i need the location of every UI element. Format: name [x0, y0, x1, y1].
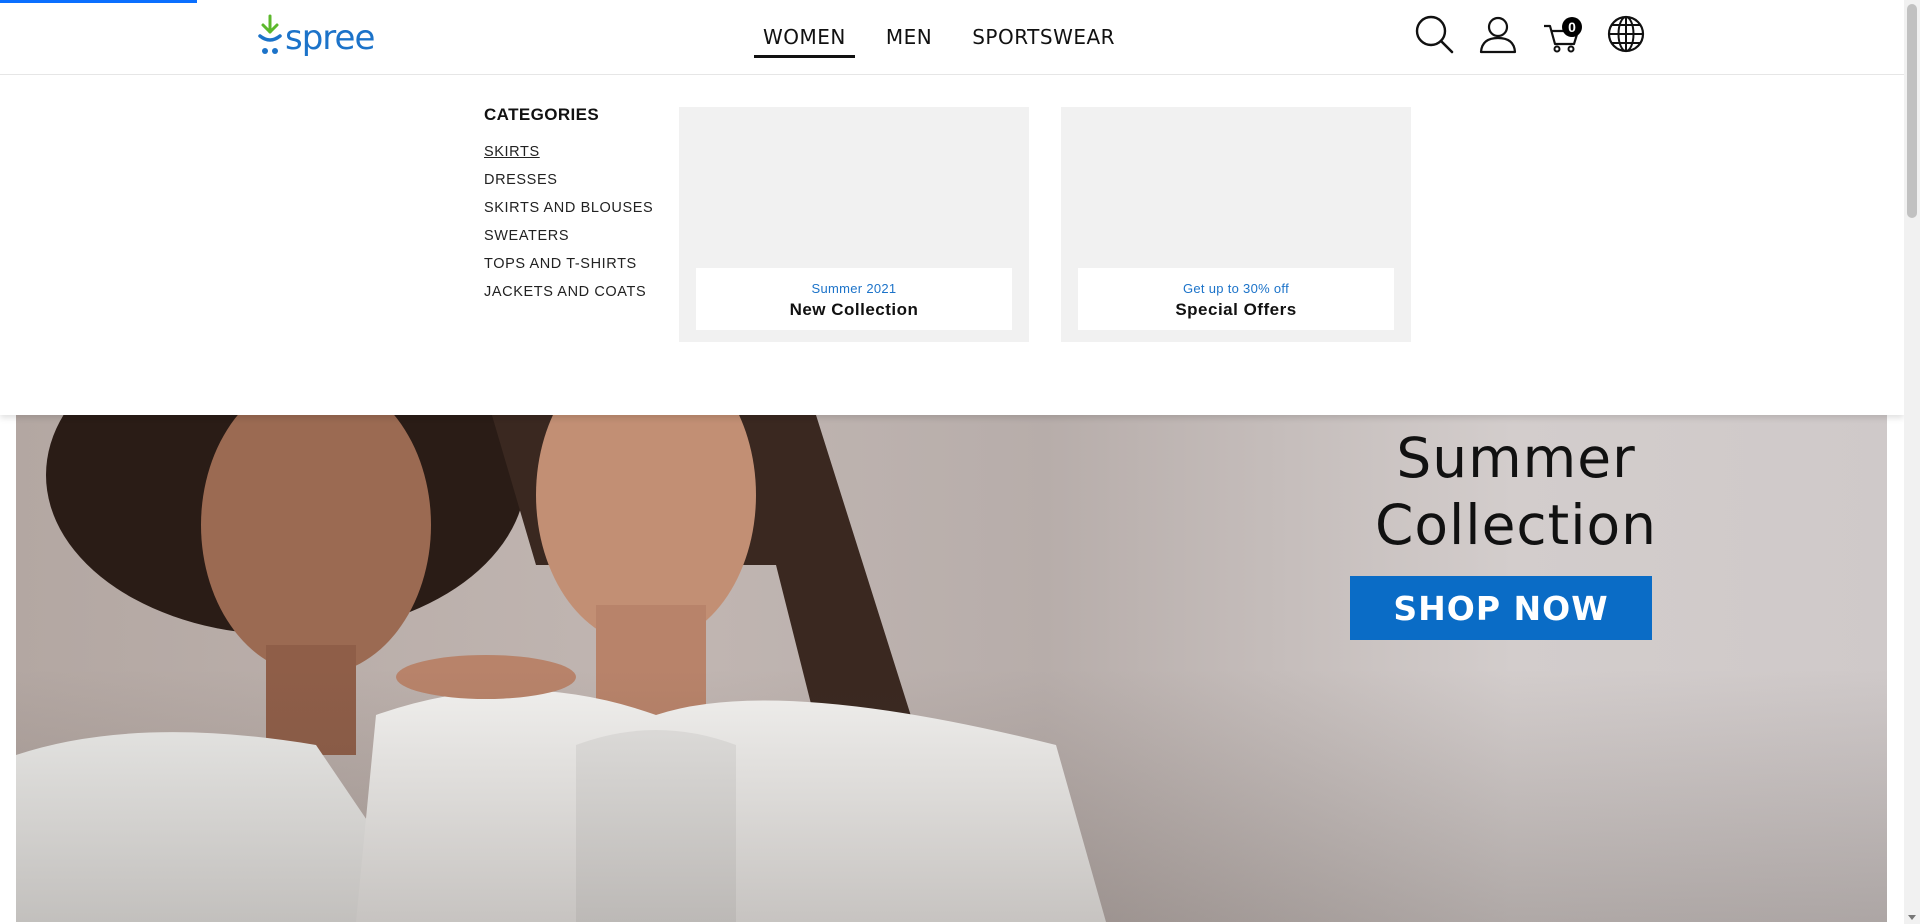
nav-sportswear[interactable]: SPORTSWEAR [963, 25, 1124, 58]
promo-card-new-collection[interactable]: Summer 2021 New Collection [679, 107, 1029, 342]
nav-women[interactable]: WOMEN [754, 25, 855, 58]
scrollbar-thumb[interactable] [1907, 4, 1917, 218]
promo-subtitle: Summer 2021 [811, 281, 897, 296]
scroll-down-arrow-icon[interactable] [1908, 915, 1916, 920]
hero-title-line-2: Collection [1374, 493, 1658, 557]
category-link-skirts-and-blouses[interactable]: SKIRTS AND BLOUSES [484, 194, 653, 222]
page-scrollbar[interactable] [1904, 0, 1920, 924]
cart-button[interactable]: 0 [1542, 14, 1582, 54]
category-link-dresses[interactable]: DRESSES [484, 166, 653, 194]
promo-title: New Collection [789, 300, 919, 319]
user-icon [1479, 16, 1517, 54]
logo-text: spree [285, 18, 375, 58]
category-link-sweaters[interactable]: SWEATERS [484, 222, 653, 250]
women-mega-menu: CATEGORIES SKIRTS DRESSES SKIRTS AND BLO… [0, 75, 1904, 415]
language-button[interactable] [1606, 14, 1646, 54]
search-icon [1415, 15, 1454, 54]
categories-heading: CATEGORIES [484, 105, 600, 124]
site-header: spree WOMEN MEN SPORTSWEAR 0 [0, 0, 1904, 75]
hero-title-line-1: Summer [1396, 426, 1636, 490]
shop-now-button[interactable]: SHOP NOW [1350, 576, 1652, 640]
promo-caption: Get up to 30% off Special Offers [1078, 268, 1394, 330]
cart-count-badge: 0 [1562, 17, 1582, 37]
promo-card-special-offers[interactable]: Get up to 30% off Special Offers [1061, 107, 1411, 342]
header-actions: 0 [1414, 14, 1646, 54]
category-link-tops-and-t-shirts[interactable]: TOPS AND T-SHIRTS [484, 250, 653, 278]
hero-title: Summer Collection [1346, 425, 1686, 559]
globe-icon [1607, 15, 1645, 53]
spree-logo-mark-icon [258, 14, 282, 54]
promo-title: Special Offers [1175, 300, 1297, 319]
promo-caption: Summer 2021 New Collection [696, 268, 1012, 330]
category-list: SKIRTS DRESSES SKIRTS AND BLOUSES SWEATE… [484, 138, 653, 306]
spree-logo[interactable]: spree [257, 14, 375, 60]
account-button[interactable] [1478, 14, 1518, 54]
category-link-jackets-and-coats[interactable]: JACKETS AND COATS [484, 278, 653, 306]
category-link-skirts[interactable]: SKIRTS [484, 138, 653, 166]
search-button[interactable] [1414, 14, 1454, 54]
promo-subtitle: Get up to 30% off [1182, 281, 1290, 296]
nav-men[interactable]: MEN [877, 25, 941, 58]
main-nav: WOMEN MEN SPORTSWEAR [754, 0, 1146, 74]
page-loading-bar [0, 0, 197, 3]
hero-banner[interactable]: Summer Collection SHOP NOW [16, 415, 1887, 922]
